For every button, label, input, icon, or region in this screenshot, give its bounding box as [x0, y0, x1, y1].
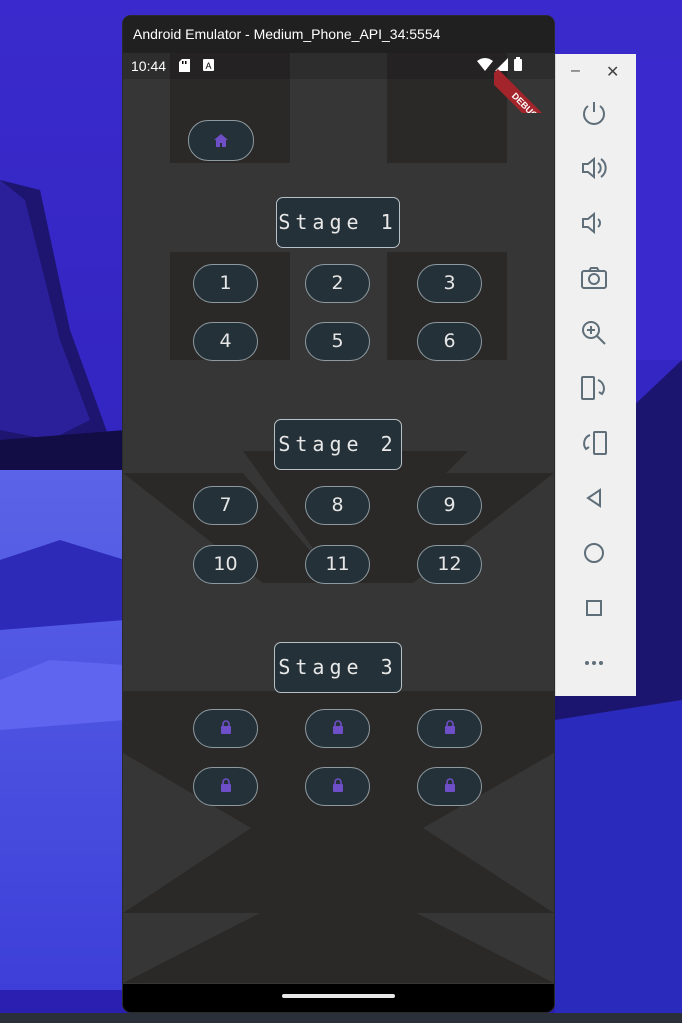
zoom-icon[interactable] — [578, 317, 610, 349]
level-9-button[interactable]: 9 — [417, 486, 482, 525]
locked-level-button[interactable] — [193, 709, 258, 748]
locked-level-button[interactable] — [417, 767, 482, 806]
level-4-button[interactable]: 4 — [193, 322, 258, 361]
sd-card-icon — [179, 59, 190, 72]
level-3-button[interactable]: 3 — [417, 264, 482, 303]
status-time: 10:44 — [131, 58, 167, 74]
lock-icon — [444, 778, 455, 792]
home-button[interactable] — [188, 120, 254, 161]
window-title: Android Emulator - Medium_Phone_API_34:5… — [133, 26, 441, 42]
lock-icon — [332, 778, 343, 792]
level-7-button[interactable]: 7 — [193, 486, 258, 525]
debug-banner: DEBUG — [494, 53, 554, 113]
volume-down-icon[interactable] — [578, 207, 610, 239]
level-2-button[interactable]: 2 — [305, 264, 370, 303]
back-icon[interactable] — [578, 482, 610, 514]
wifi-icon — [477, 58, 493, 71]
notification-a-icon: A — [203, 59, 214, 71]
phone-screen: 10:44 A DEBUG Stage 1 1 2 3 4 5 6 Stage … — [123, 53, 554, 984]
volume-up-icon[interactable] — [578, 152, 610, 184]
emulator-toolbar: – ✕ — [555, 54, 636, 696]
gesture-handle[interactable] — [282, 994, 395, 998]
lock-icon — [220, 778, 231, 792]
emulator-window: Android Emulator - Medium_Phone_API_34:5… — [123, 16, 554, 1012]
level-10-button[interactable]: 10 — [193, 545, 258, 584]
lock-icon — [444, 720, 455, 734]
level-5-button[interactable]: 5 — [305, 322, 370, 361]
locked-level-button[interactable] — [305, 767, 370, 806]
home-circle-icon[interactable] — [578, 537, 610, 569]
rotate-right-icon[interactable] — [578, 427, 610, 459]
stage-2-title: Stage 2 — [274, 419, 402, 470]
level-6-button[interactable]: 6 — [417, 322, 482, 361]
lock-icon — [332, 720, 343, 734]
locked-level-button[interactable] — [193, 767, 258, 806]
overview-icon[interactable] — [578, 592, 610, 624]
level-11-button[interactable]: 11 — [305, 545, 370, 584]
stage-3-title: Stage 3 — [274, 642, 402, 693]
gesture-nav-bar — [123, 984, 554, 1012]
level-8-button[interactable]: 8 — [305, 486, 370, 525]
svg-text:A: A — [205, 61, 211, 71]
locked-level-button[interactable] — [417, 709, 482, 748]
lock-icon — [220, 720, 231, 734]
level-1-button[interactable]: 1 — [193, 264, 258, 303]
level-12-button[interactable]: 12 — [417, 545, 482, 584]
camera-icon[interactable] — [578, 262, 610, 294]
debug-label: DEBUG — [494, 69, 554, 113]
home-icon — [214, 134, 228, 147]
minimize-button[interactable]: – — [571, 62, 580, 80]
rotate-left-icon[interactable] — [578, 372, 610, 404]
stage-1-title: Stage 1 — [276, 197, 400, 248]
close-button[interactable]: ✕ — [606, 62, 619, 82]
more-icon[interactable] — [578, 647, 610, 679]
status-bar: 10:44 A DEBUG — [123, 53, 554, 113]
window-titlebar[interactable]: Android Emulator - Medium_Phone_API_34:5… — [123, 16, 554, 53]
power-icon[interactable] — [578, 97, 610, 129]
locked-level-button[interactable] — [305, 709, 370, 748]
